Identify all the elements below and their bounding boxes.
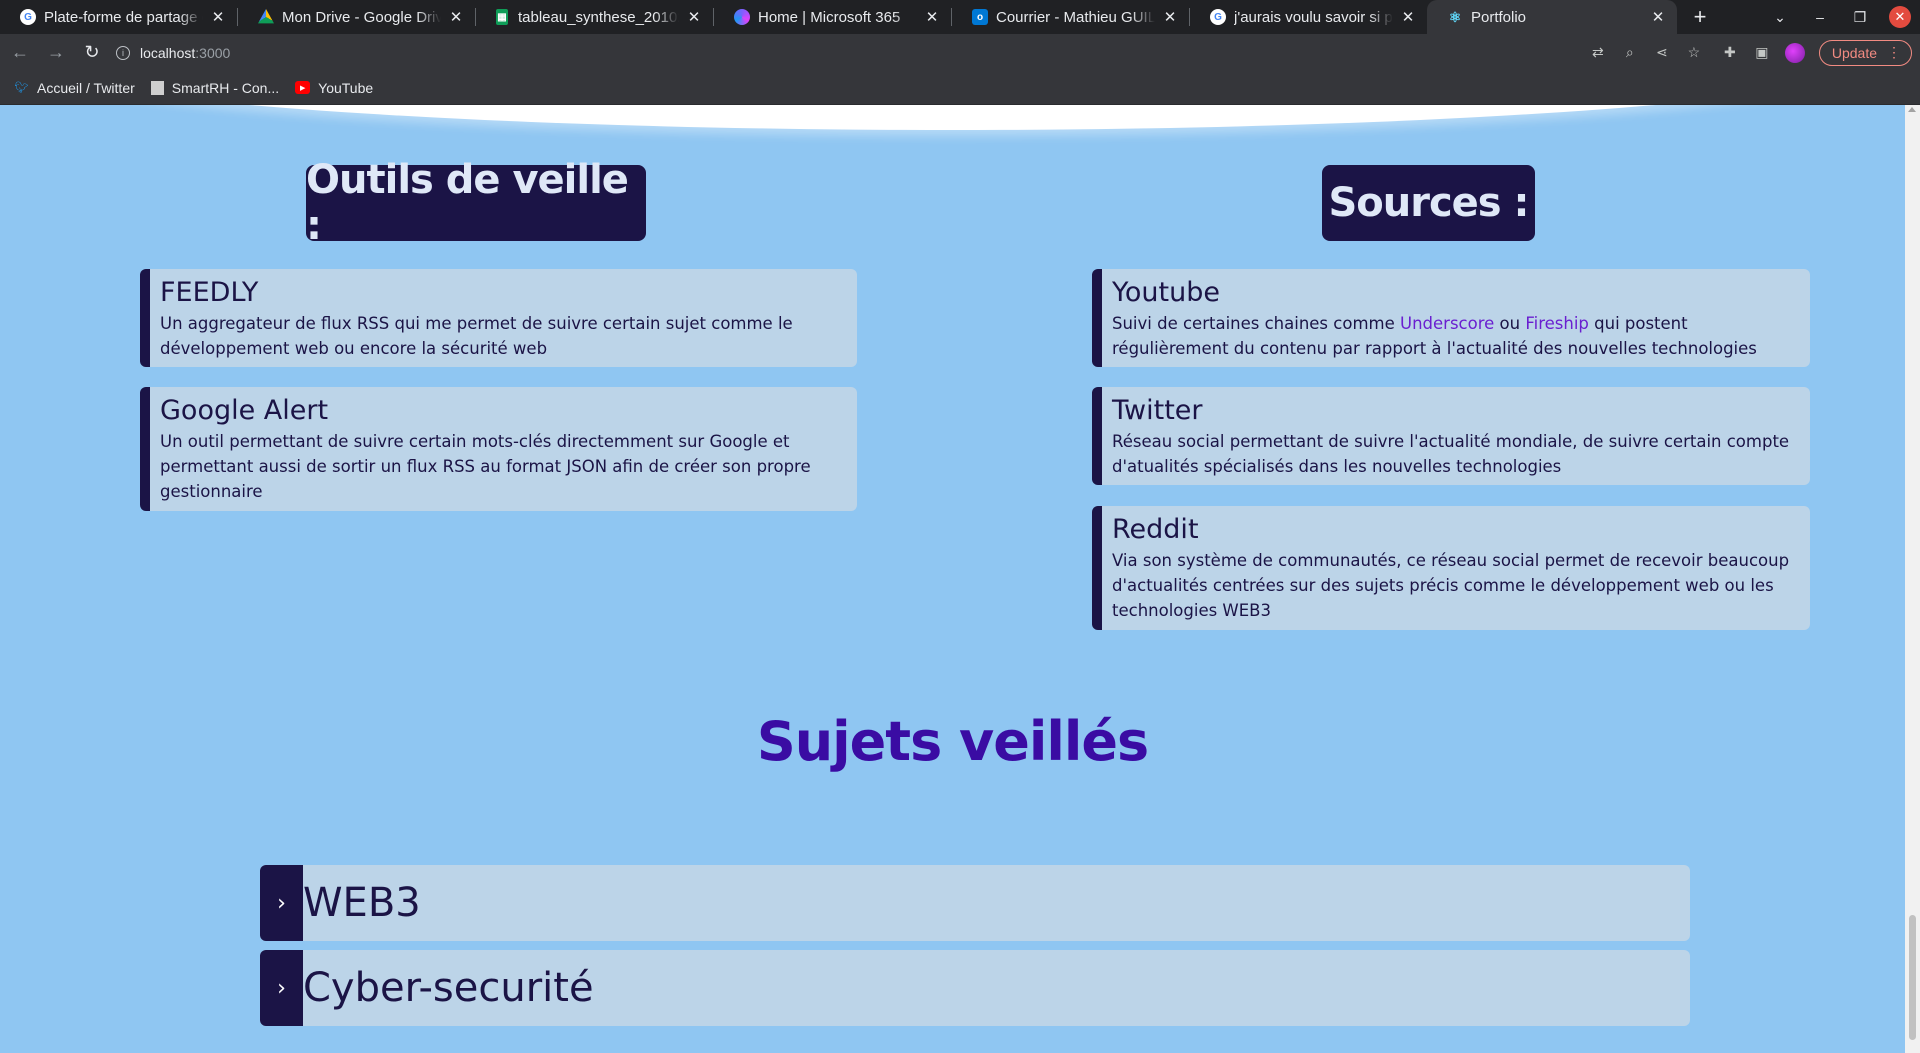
microsoft-365-icon [734, 9, 750, 25]
bookmark-youtube[interactable]: ▶ YouTube [295, 80, 373, 96]
new-tab-button[interactable]: + [1683, 0, 1717, 34]
browser-tab[interactable]: G Plate-forme de partage de ✕ [0, 0, 237, 34]
card-title: Youtube [1112, 277, 1220, 308]
bookmark-label: SmartRH - Con... [171, 79, 280, 96]
share-icon[interactable]: ⋖ [1653, 44, 1671, 62]
source-card-twitter: Twitter Réseau social permettant de suiv… [1092, 387, 1810, 485]
browser-tab[interactable]: ▦ tableau_synthese_201020 ✕ [476, 0, 713, 34]
tab-title: Portfolio [1471, 8, 1527, 26]
update-button[interactable]: Update ⋮ [1818, 39, 1912, 66]
subjects-title: Sujets veillés [756, 710, 1149, 773]
browser-tab[interactable]: Home | Microsoft 365 ✕ [714, 0, 951, 34]
close-tab-icon[interactable]: ✕ [685, 8, 703, 26]
profile-avatar[interactable] [1784, 42, 1805, 63]
card-title: Reddit [1112, 514, 1199, 545]
restore-icon[interactable]: ❐ [1840, 9, 1880, 26]
bookmark-label: Accueil / Twitter [37, 79, 135, 96]
reload-icon[interactable]: ↻ [76, 37, 108, 69]
side-panel-icon[interactable]: ▣ [1753, 44, 1771, 62]
react-icon: ⚛ [1448, 8, 1462, 25]
browser-tab[interactable]: Mon Drive - Google Drive ✕ [238, 0, 475, 34]
twitter-icon: 🐦︎ [14, 82, 29, 94]
browser-tab[interactable]: o Courrier - Mathieu GUILLE ✕ [952, 0, 1189, 34]
chevron-right-icon[interactable]: › [260, 950, 303, 1026]
google-icon: G [20, 9, 36, 25]
translate-icon[interactable]: ⇄ [1589, 44, 1607, 62]
minimize-icon[interactable]: – [1800, 9, 1840, 25]
tab-title: tableau_synthese_201020 [518, 8, 679, 26]
close-tab-icon[interactable]: ✕ [1161, 8, 1179, 26]
tool-card-feedly: FEEDLY Un aggregateur de flux RSS qui me… [140, 269, 857, 367]
outlook-icon: o [972, 9, 988, 25]
url-host: localhost [140, 44, 196, 61]
browser-toolbar: ← → ↻ i localhost:3000 ⇄ ⌕ ⋖ ☆ ✚ ▣ Updat… [0, 34, 1920, 71]
update-label: Update [1831, 44, 1877, 61]
close-tab-icon[interactable]: ✕ [923, 8, 941, 26]
browser-tab[interactable]: G j'aurais voulu savoir si po ✕ [1190, 0, 1427, 34]
card-description: Suivi de certaines chaines comme Undersc… [1112, 311, 1798, 361]
omnibox-actions: ⇄ ⌕ ⋖ ☆ [1589, 44, 1711, 62]
close-tab-icon[interactable]: ✕ [209, 8, 227, 26]
bookmark-star-icon[interactable]: ☆ [1685, 44, 1703, 62]
tab-title: Courrier - Mathieu GUILLE [996, 8, 1155, 26]
google-icon: G [1210, 9, 1226, 25]
source-card-reddit: Reddit Via son système de communautés, c… [1092, 506, 1810, 630]
page-content: Outils de veille : FEEDLY Un aggregateur… [0, 105, 1905, 1053]
scroll-thumb[interactable] [1909, 915, 1916, 1040]
bookmark-label: YouTube [318, 79, 374, 96]
sources-title: Sources : [1322, 165, 1535, 241]
card-description: Un outil permettant de suivre certain mo… [160, 432, 811, 501]
url-port: :3000 [195, 44, 231, 61]
subject-label: WEB3 [303, 880, 421, 926]
tools-title: Outils de veille : [306, 157, 646, 249]
close-tab-icon[interactable]: ✕ [1399, 8, 1417, 26]
google-sheets-icon: ▦ [496, 9, 508, 25]
text-segment: Suivi de certaines chaines comme [1112, 314, 1400, 333]
address-bar[interactable]: i localhost:3000 ⇄ ⌕ ⋖ ☆ [116, 38, 1711, 67]
close-tab-icon[interactable]: ✕ [447, 8, 465, 26]
tab-title: j'aurais voulu savoir si po [1234, 8, 1393, 26]
scroll-up-icon[interactable] [1908, 107, 1916, 112]
text-segment: ou [1494, 314, 1526, 333]
smartrh-icon [150, 80, 164, 95]
site-info-icon[interactable]: i [116, 45, 130, 60]
chevron-right-icon[interactable]: › [260, 865, 303, 941]
card-title: Twitter [1112, 395, 1203, 426]
window-controls: ⌄ – ❐ ✕ [1760, 0, 1920, 34]
bookmark-twitter[interactable]: 🐦︎ Accueil / Twitter [14, 80, 135, 96]
bookmarks-bar: 🐦︎ Accueil / Twitter SmartRH - Con... ▶ … [0, 71, 1920, 105]
header-wave [0, 105, 1905, 130]
close-tab-icon[interactable]: ✕ [1649, 8, 1667, 26]
menu-dots-icon[interactable]: ⋮ [1887, 44, 1901, 61]
youtube-icon: ▶ [295, 81, 311, 94]
tab-title: Mon Drive - Google Drive [282, 8, 441, 26]
tool-card-google-alert: Google Alert Un outil permettant de suiv… [140, 387, 857, 511]
card-description: Via son système de communautés, ce résea… [1112, 551, 1790, 620]
page-scrollbar[interactable] [1905, 105, 1920, 1053]
card-description: Un aggregateur de flux RSS qui me permet… [160, 314, 793, 358]
extensions-icon[interactable]: ✚ [1721, 44, 1739, 62]
subject-accordion-web3[interactable]: › WEB3 [260, 865, 1690, 941]
toolbar-actions: ✚ ▣ Update ⋮ [1721, 39, 1920, 66]
subject-label: Cyber-securité [303, 965, 594, 1011]
close-window-icon[interactable]: ✕ [1889, 6, 1911, 28]
source-card-youtube: Youtube Suivi de certaines chaines comme… [1092, 269, 1810, 367]
forward-icon[interactable]: → [40, 37, 72, 69]
google-drive-icon [258, 9, 274, 24]
tab-search-icon[interactable]: ⌄ [1760, 9, 1800, 26]
card-title: FEEDLY [160, 277, 259, 308]
bookmark-smartrh[interactable]: SmartRH - Con... [150, 79, 280, 96]
tab-title: Home | Microsoft 365 [758, 8, 901, 26]
card-description: Réseau social permettant de suivre l'act… [1112, 432, 1790, 476]
card-title: Google Alert [160, 395, 329, 426]
back-icon[interactable]: ← [4, 37, 36, 69]
browser-tab-bar: G Plate-forme de partage de ✕ Mon Drive … [0, 0, 1920, 34]
zoom-icon[interactable]: ⌕ [1621, 44, 1639, 62]
fireship-link[interactable]: Fireship [1525, 314, 1589, 333]
tab-title: Plate-forme de partage de [44, 8, 203, 26]
subject-accordion-cyber-securite[interactable]: › Cyber-securité [260, 950, 1690, 1026]
browser-tab-active[interactable]: ⚛ Portfolio ✕ [1427, 0, 1677, 34]
underscore-link[interactable]: Underscore [1400, 314, 1494, 333]
